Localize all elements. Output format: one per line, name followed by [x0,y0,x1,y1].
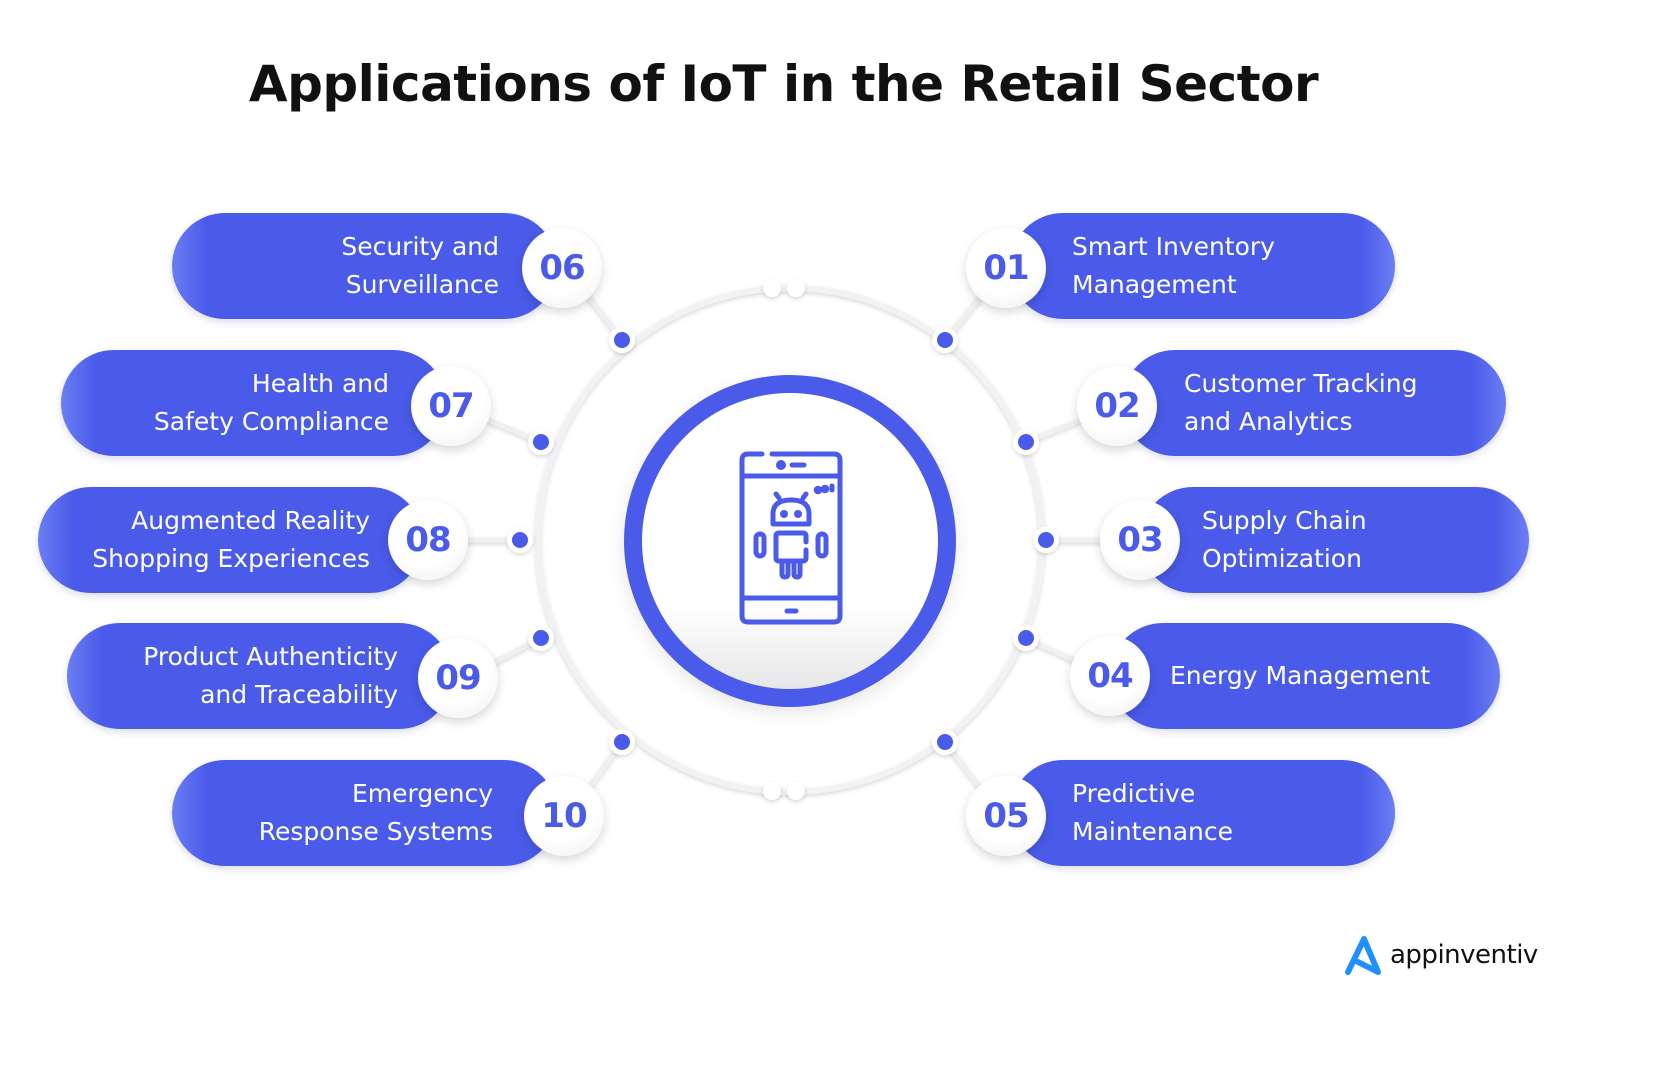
application-pill-01: Smart Inventory Management [1010,213,1395,319]
number-badge-05: 05 [966,776,1046,856]
number-badge-08: 08 [388,500,468,580]
number-badge-10: 10 [524,776,604,856]
number-badge-06: 06 [522,228,602,308]
application-label-03: Supply Chain Optimization [1202,506,1367,573]
node-dot-07 [528,429,554,455]
number-badge-01: 01 [966,228,1046,308]
application-label-09: Product Authenticity and Traceability [143,642,398,709]
node-dot-01 [932,327,958,353]
number-badge-07: 07 [411,366,491,446]
application-label-04: Energy Management [1170,661,1431,690]
node-dot-08 [507,527,533,553]
application-pill-09: Product Authenticity and Traceability [67,623,452,729]
application-pill-07: Health and Safety Compliance [61,350,446,456]
node-dot-03 [1033,527,1059,553]
node-dot-02 [1013,429,1039,455]
application-label-06: Security and Surveillance [341,232,499,299]
node-dot-04 [1013,625,1039,651]
node-dot-09 [528,625,554,651]
application-pill-05: Predictive Maintenance [1010,760,1395,866]
number-badge-03: 03 [1100,500,1180,580]
brand-logo: appinventiv [1344,933,1538,977]
application-label-05: Predictive Maintenance [1072,779,1233,846]
application-pill-03: Supply Chain Optimization [1140,487,1529,593]
application-pill-02: Customer Tracking and Analytics [1122,350,1506,456]
application-label-02: Customer Tracking and Analytics [1184,369,1418,436]
node-dot-05 [932,729,958,755]
application-pill-06: Security and Surveillance [172,213,557,319]
node-dot-06 [609,327,635,353]
number-badge-04: 04 [1070,636,1150,716]
number-badge-02: 02 [1077,366,1157,446]
logo-text: appinventiv [1390,940,1538,970]
application-pill-10: Emergency Response Systems [172,760,557,866]
application-label-08: Augmented Reality Shopping Experiences [92,506,370,573]
application-label-01: Smart Inventory Management [1072,232,1275,299]
application-label-07: Health and Safety Compliance [153,369,389,436]
application-pill-04: Energy Management [1110,623,1500,729]
joint-dot [763,782,781,800]
joint-dot [787,782,805,800]
node-dot-10 [609,729,635,755]
joint-dot [763,279,781,297]
appinventiv-logo-icon [1345,936,1381,975]
application-label-10: Emergency Response Systems [258,779,493,846]
application-pill-08: Augmented Reality Shopping Experiences [38,487,423,593]
android-smartphone-icon [739,451,843,625]
joint-dot [787,279,805,297]
number-badge-09: 09 [418,638,498,718]
